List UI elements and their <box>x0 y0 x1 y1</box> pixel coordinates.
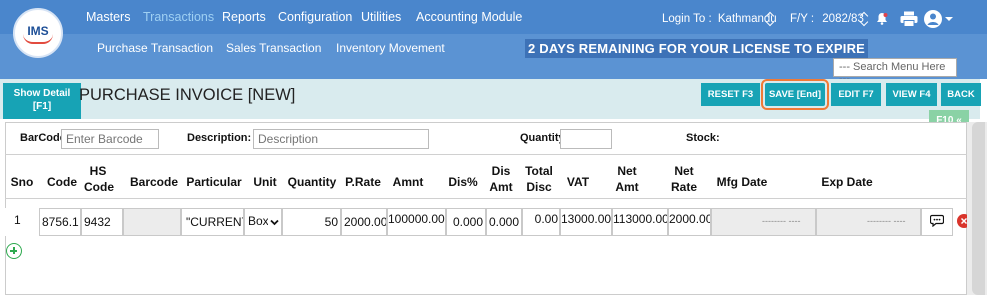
save-button[interactable]: SAVE [End] <box>761 79 829 110</box>
cell-quantity-input[interactable] <box>282 208 341 236</box>
col-header-dis-amt: Dis Amt <box>489 164 513 194</box>
bell-icon[interactable] <box>876 12 888 25</box>
subnav-purchase-transaction[interactable]: Purchase Transaction <box>97 41 213 55</box>
nav-masters[interactable]: Masters <box>86 10 130 24</box>
cell-code-input[interactable] <box>39 208 81 236</box>
login-to[interactable]: Login To : Kathmandu <box>662 13 777 25</box>
col-header-mfg-date: Mfg Date <box>716 175 768 189</box>
add-row-icon[interactable] <box>6 243 22 259</box>
nav-configuration[interactable]: Configuration <box>278 10 352 24</box>
col-header-code: Code <box>47 175 77 189</box>
col-header-sno: Sno <box>10 175 34 189</box>
col-header-hs-code: HS Code <box>84 164 114 194</box>
cell-mfg-date[interactable]: -------- ---- <box>711 208 816 236</box>
comment-icon[interactable] <box>930 214 944 227</box>
comment-cell <box>921 208 953 236</box>
cell-dis-amt-input[interactable] <box>486 208 522 236</box>
fy-value: 2082/83 <box>822 13 864 25</box>
col-header-vat: VAT <box>566 175 590 189</box>
cell-sno: 1 <box>5 208 39 236</box>
cell-barcode <box>123 208 181 236</box>
quantity-label: Quantity <box>520 132 565 144</box>
description-input[interactable] <box>253 129 429 149</box>
nav-transactions[interactable]: Transactions <box>143 10 214 24</box>
barcode-input[interactable] <box>61 129 159 149</box>
nav-utilities[interactable]: Utilities <box>361 10 401 24</box>
chevron-down-icon <box>270 219 279 226</box>
divider <box>5 154 967 155</box>
cell-vat: 13000.00 <box>560 208 612 236</box>
cell-net-amt: 113000.00 <box>612 208 668 236</box>
show-detail-button[interactable]: Show Detail [F1] <box>3 83 81 119</box>
nav-reports[interactable]: Reports <box>222 10 266 24</box>
cell-p-rate-input[interactable] <box>341 208 387 236</box>
unit-value: Box <box>248 214 268 228</box>
stock-label: Stock: <box>686 132 720 144</box>
cell-dis-pct-input[interactable] <box>446 208 486 236</box>
cell-hs-code-input[interactable] <box>81 208 123 236</box>
col-header-exp-date: Exp Date <box>821 175 873 189</box>
delete-icon[interactable] <box>957 214 967 228</box>
user-icon[interactable] <box>924 9 954 29</box>
col-header-barcode: Barcode <box>129 175 179 189</box>
subnav-inventory-movement[interactable]: Inventory Movement <box>336 41 445 55</box>
reset-button[interactable]: RESET F3 <box>701 83 760 106</box>
edit-button[interactable]: EDIT F7 <box>831 83 881 106</box>
cell-exp-date[interactable]: -------- ---- <box>816 208 921 236</box>
fy-label: F/Y : <box>790 13 815 25</box>
cell-particular-input[interactable] <box>181 208 244 236</box>
col-header-net-rate: Net Rate <box>670 164 697 194</box>
search-menu-input[interactable]: --- Search Menu Here --- <box>833 58 957 85</box>
show-detail-shortcut: [F1] <box>32 101 52 112</box>
vertical-scrollbar[interactable] <box>967 122 987 295</box>
license-banner: 2 DAYS REMAINING FOR YOUR LICENSE TO EXP… <box>525 39 869 58</box>
page-title: PURCHASE INVOICE [NEW] <box>79 86 296 104</box>
fy-switch-icon[interactable] <box>860 12 868 26</box>
col-header-amnt: Amnt <box>392 175 424 189</box>
col-header-dis-pct: Dis% <box>448 175 478 189</box>
col-header-particular: Particular <box>186 175 242 189</box>
description-label: Description: <box>187 132 252 144</box>
barcode-label: BarCode <box>20 132 66 144</box>
cell-net-rate: 2000.00 <box>668 208 711 236</box>
col-header-unit: Unit <box>253 175 277 189</box>
col-header-total-disc: Total Disc <box>525 164 553 194</box>
subnav-sales-transaction[interactable]: Sales Transaction <box>226 41 321 55</box>
fiscal-year[interactable]: F/Y : 2082/83 <box>790 13 864 25</box>
cell-total-disc: 0.00 <box>522 208 560 236</box>
printer-icon[interactable] <box>900 11 918 27</box>
view-button[interactable]: VIEW F4 <box>886 83 937 106</box>
cell-amnt: 100000.00 <box>387 208 446 236</box>
header-divider <box>5 198 967 199</box>
nav-accounting-module[interactable]: Accounting Module <box>416 10 522 24</box>
logo-swirl <box>23 34 53 44</box>
cell-unit-select[interactable]: Box <box>244 208 282 236</box>
scrollbar-thumb[interactable] <box>972 122 985 295</box>
back-button[interactable]: BACK <box>941 83 981 106</box>
show-detail-label: Show Detail <box>13 88 71 99</box>
col-header-quantity: Quantity <box>287 175 337 189</box>
chevron-down-icon <box>945 17 953 21</box>
ims-logo[interactable]: IMS <box>13 8 63 58</box>
login-switch-icon[interactable] <box>766 12 774 26</box>
col-header-p-rate: P.Rate <box>345 175 381 189</box>
col-header-net-amt: Net Amt <box>615 164 639 194</box>
login-label: Login To : <box>662 13 712 25</box>
quantity-input[interactable] <box>560 129 612 149</box>
